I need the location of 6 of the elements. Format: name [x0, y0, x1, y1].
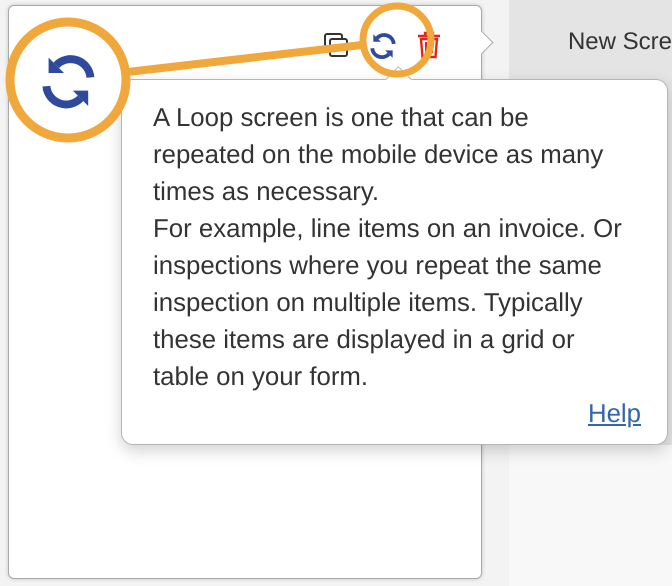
tooltip-text: A Loop screen is one that can be repeated on the mobile device as many times as necessary. — [153, 103, 604, 208]
copy-icon[interactable] — [322, 30, 351, 60]
loop-icon[interactable] — [368, 30, 397, 60]
help-link[interactable]: Help — [588, 400, 641, 429]
screen-title[interactable]: New Scre — [568, 28, 672, 55]
tooltip-text: For example, line items on an invoice. Or inspections where you repeat the same inspection on multiple items. Typically these items are displayed in a grid or table on your form. — [153, 214, 623, 393]
